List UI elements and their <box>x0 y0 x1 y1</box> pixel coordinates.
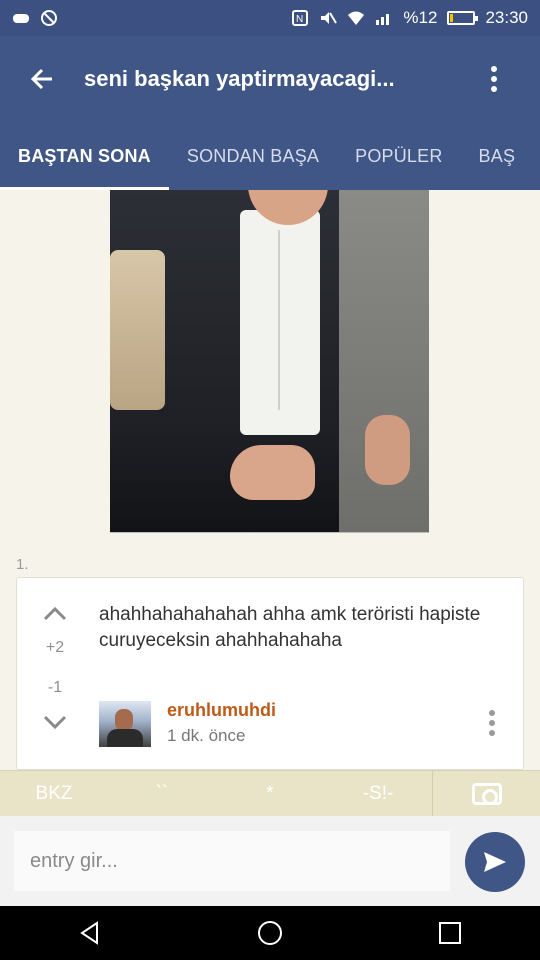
tab-bar: BAŞTAN SONA SONDAN BAŞA POPÜLER BAŞ <box>0 122 540 190</box>
camera-button[interactable] <box>432 770 540 817</box>
nav-home-button[interactable] <box>230 906 310 960</box>
entry-card: +2 -1 ahahhahahahahah ahha amk teröristi… <box>16 577 524 770</box>
nav-back-button[interactable] <box>50 906 130 960</box>
tab-bastan-sona[interactable]: BAŞTAN SONA <box>0 122 169 190</box>
send-button[interactable] <box>465 832 525 892</box>
format-toolbar: BKZ `` * -S!- <box>0 770 540 817</box>
tab-bas[interactable]: BAŞ <box>461 122 534 190</box>
app-bar: seni başkan yaptirmayacagi... <box>0 36 540 122</box>
status-bar: N %12 23:30 <box>0 0 540 36</box>
entry-photo[interactable] <box>110 190 429 533</box>
overflow-menu-button[interactable] <box>464 36 524 122</box>
send-icon <box>484 852 506 872</box>
entry-input[interactable] <box>14 831 450 891</box>
back-button[interactable] <box>0 36 84 122</box>
entry-menu-button[interactable] <box>489 710 495 736</box>
upvote-count: +2 <box>45 639 65 656</box>
nav-recents-button[interactable] <box>410 906 490 960</box>
page-title: seni başkan yaptirmayacagi... <box>84 66 395 91</box>
backtick-button[interactable]: `` <box>108 771 216 817</box>
entry-text: ahahhahahahahah ahha amk teröristi hapis… <box>99 604 481 651</box>
bkz-button[interactable]: BKZ <box>0 771 108 817</box>
vote-column: +2 -1 <box>35 598 75 738</box>
no-location-icon <box>41 10 57 26</box>
mute-icon <box>321 12 338 24</box>
clock: 23:30 <box>485 8 528 27</box>
battery-fill <box>450 14 454 22</box>
entry-index: 1. <box>16 556 29 573</box>
system-nav-bar <box>0 906 540 960</box>
svg-text:N: N <box>296 14 303 25</box>
upvote-button[interactable] <box>42 598 68 628</box>
tab-sondan-basa[interactable]: SONDAN BAŞA <box>169 122 337 190</box>
wifi-icon <box>348 11 365 25</box>
nfc-icon: N <box>292 10 309 26</box>
chevron-up-icon <box>43 606 67 621</box>
downvote-button[interactable] <box>42 708 68 738</box>
kebab-icon <box>491 66 497 92</box>
circle-home-icon <box>258 921 282 945</box>
battery-icon <box>447 11 479 25</box>
arrow-left-icon <box>30 68 52 90</box>
composer <box>0 816 540 906</box>
author-link[interactable]: eruhlumuhdi <box>167 700 276 721</box>
signal-icon <box>376 14 390 25</box>
entry-time: 1 dk. önce <box>167 726 246 745</box>
battery-percent: %12 <box>403 8 438 27</box>
tab-populer[interactable]: POPÜLER <box>337 122 460 190</box>
camera-icon <box>471 782 502 805</box>
chevron-down-icon <box>43 715 67 730</box>
spoiler-button[interactable]: -S!- <box>324 771 432 817</box>
avatar[interactable] <box>99 701 151 747</box>
square-recents-icon <box>439 922 461 944</box>
star-button[interactable]: * <box>216 771 324 817</box>
downvote-count: -1 <box>47 679 63 696</box>
triangle-back-icon <box>80 921 98 945</box>
game-controller-icon <box>13 14 29 23</box>
